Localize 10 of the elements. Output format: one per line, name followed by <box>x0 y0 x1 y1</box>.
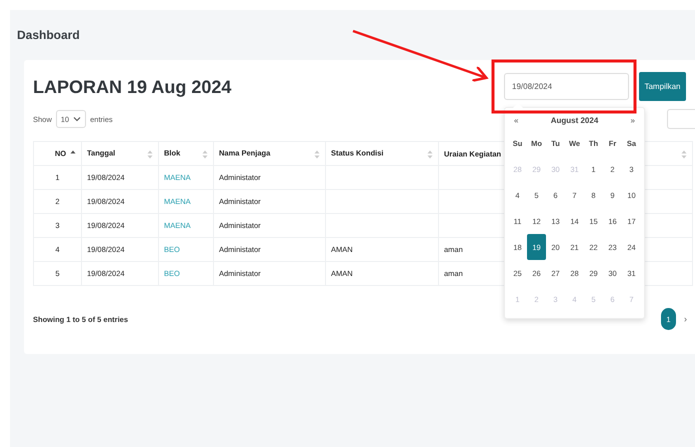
next-page-button[interactable]: › <box>682 314 689 324</box>
page-title: Dashboard <box>17 28 81 42</box>
show-button[interactable]: Tampilkan <box>639 72 686 101</box>
month-title[interactable]: August 2024 <box>550 116 598 124</box>
date-field[interactable]: 19/08/2024 <box>504 73 629 100</box>
report-title: LAPORAN 19 Aug 2024 <box>33 76 232 98</box>
previous-month-button[interactable]: « <box>514 116 518 124</box>
chevron-down-icon <box>73 116 82 122</box>
next-month-button[interactable]: » <box>630 116 635 124</box>
sort-icon <box>681 150 687 159</box>
